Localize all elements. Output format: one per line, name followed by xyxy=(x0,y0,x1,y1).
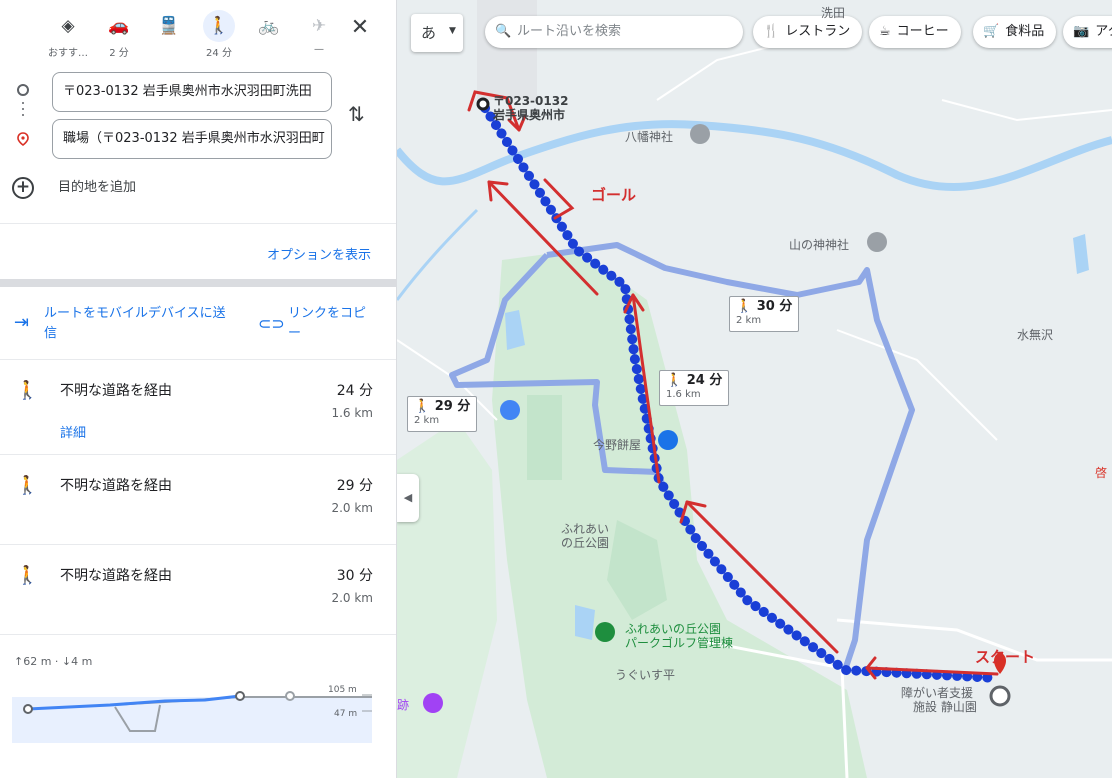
swap-icon[interactable]: ⇅ xyxy=(348,102,365,126)
imano-mochiya-label: 今野餅屋 xyxy=(593,438,642,452)
search-icon: 🔍 xyxy=(495,24,512,39)
park-golf-label-2: パークゴルフ管理棟 xyxy=(625,636,734,650)
fork-knife-icon: 🍴 xyxy=(763,24,780,39)
hachiman-shrine-label: 八幡神社 xyxy=(625,130,674,144)
add-destination-label: 目的地を追加 xyxy=(58,180,137,195)
goal-annotation: ゴール xyxy=(591,186,637,204)
keito-label: 啓 xyxy=(1095,466,1108,480)
diamond-route-icon: ◈ xyxy=(61,16,75,36)
senda-label: 洗田 xyxy=(821,6,846,20)
chip-restaurant[interactable]: 🍴 レストラン xyxy=(753,16,863,48)
bicycle-icon: 🚲 xyxy=(258,16,280,36)
destination-pin-icon xyxy=(17,132,29,146)
elevation-max-label: 105 m xyxy=(328,685,357,695)
route-duration: 24 分 xyxy=(336,383,373,399)
send-to-device-icon[interactable]: ⇥ xyxy=(14,312,29,333)
walk-icon: 🚶 xyxy=(736,299,753,314)
plus-icon: + xyxy=(12,176,34,199)
search-along-route[interactable]: 🔍 ルート沿いを検索 xyxy=(485,16,743,48)
transit-mode-tab[interactable]: 🚆 xyxy=(141,6,197,62)
route-bubble-30[interactable]: 🚶 30 分 2 km xyxy=(729,296,800,332)
chip-groceries[interactable]: 🛒 食料品 xyxy=(973,16,1057,48)
iseki-label: 跡 xyxy=(397,698,410,712)
elevation-min-label: 47 m xyxy=(334,709,358,719)
route-via: 不明な道路を経由 xyxy=(60,568,172,584)
coffee-icon: ☕ xyxy=(879,24,891,39)
route-option[interactable]: 🚶 不明な道路を経由 30 分 2.0 km xyxy=(0,544,396,634)
route-duration: 29 分 xyxy=(336,478,373,494)
divider xyxy=(0,223,396,224)
copy-link-button[interactable]: リンクをコピー xyxy=(288,304,378,344)
flight-mode-tab[interactable]: ✈ — xyxy=(291,6,347,62)
route-via: 不明な道路を経由 xyxy=(60,383,172,399)
fureai-park-label-2: の丘公園 xyxy=(561,536,610,550)
route-distance: 2.0 km xyxy=(331,501,373,515)
route-via: 不明な道路を経由 xyxy=(60,478,172,494)
route-details-link[interactable]: 詳細 xyxy=(60,422,86,441)
yamanokami-shrine-label: 山の神神社 xyxy=(789,238,850,252)
close-icon[interactable]: ✕ xyxy=(344,12,376,44)
route-distance: 2.0 km xyxy=(331,591,373,605)
link-icon[interactable]: ⊂⊃ xyxy=(258,314,285,333)
origin-city-label: 岩手県奥州市 xyxy=(493,108,566,122)
car-mode-tab[interactable]: 🚗 2 分 xyxy=(91,6,147,62)
train-icon: 🚆 xyxy=(158,16,180,36)
airplane-icon: ✈ xyxy=(311,16,327,36)
route-option[interactable]: 🚶 不明な道路を経由 29 分 2.0 km xyxy=(0,454,396,544)
cart-icon: 🛒 xyxy=(983,24,1000,39)
walk-icon: 🚶 xyxy=(203,10,235,42)
origin-input[interactable]: 〒023-0132 岩手県奥州市水沢羽田町洗田 xyxy=(52,72,332,112)
add-destination-button[interactable]: + 目的地を追加 xyxy=(12,176,136,199)
language-button[interactable]: あ ▼ xyxy=(411,14,463,52)
section-divider xyxy=(0,279,396,287)
chip-coffee[interactable]: ☕ コーヒー xyxy=(869,16,961,48)
show-options-link[interactable]: オプションを表示 xyxy=(267,244,371,263)
waypoints: 〒023-0132 岩手県奥州市水沢羽田町洗田 職場（〒023-0132 岩手県… xyxy=(0,68,396,218)
uguisu-label: うぐいす平 xyxy=(615,668,676,682)
map-canvas[interactable]: あ ▼ 🔍 ルート沿いを検索 🍴レストラン ☕コーヒー 🛒食料品 📷アク ◀ 〒… xyxy=(397,0,1112,778)
send-to-device-link[interactable]: ルートをモバイルデバイスに送信 xyxy=(44,304,234,344)
route-distance: 1.6 km xyxy=(331,406,373,420)
origin-circle-icon xyxy=(17,84,29,96)
walk-icon: 🚶 xyxy=(16,380,39,401)
route-duration: 30 分 xyxy=(336,568,373,584)
destination-input[interactable]: 職場（〒023-0132 岩手県奥州市水沢羽田町 xyxy=(52,119,332,159)
route-bubble-29[interactable]: 🚶 29 分 2 km xyxy=(407,396,478,432)
elevation-profile: ↑62 m · ↓4 m 105 m 47 m xyxy=(0,634,396,778)
camera-icon: 📷 xyxy=(1073,24,1090,39)
directions-panel: ◈ おすす… 🚗 2 分 🚆 🚶 24 分 🚲 ✈ — ✕ 〒023-0132 … xyxy=(0,0,397,778)
collapse-panel-button[interactable]: ◀ xyxy=(397,474,419,522)
walk-mode-tab[interactable]: 🚶 24 分 xyxy=(191,6,247,62)
walk-icon: 🚶 xyxy=(16,565,39,586)
dropdown-arrow-icon: ▼ xyxy=(449,26,456,36)
walk-icon: 🚶 xyxy=(16,475,39,496)
walk-icon: 🚶 xyxy=(666,373,683,388)
best-mode-tab[interactable]: ◈ おすす… xyxy=(40,6,96,62)
car-icon: 🚗 xyxy=(108,16,130,36)
route-option[interactable]: 🚶 不明な道路を経由 24 分 1.6 km 詳細 xyxy=(0,359,396,454)
elevation-summary: ↑62 m · ↓4 m xyxy=(14,655,93,668)
facility-label-2: 施設 静山園 xyxy=(913,700,977,714)
mizunashi-label: 水無沢 xyxy=(1017,328,1054,342)
bike-mode-tab[interactable]: 🚲 xyxy=(241,6,297,62)
connector-dots xyxy=(22,102,24,120)
walk-icon: 🚶 xyxy=(414,399,431,414)
travel-mode-bar: ◈ おすす… 🚗 2 分 🚆 🚶 24 分 🚲 ✈ — xyxy=(0,6,396,62)
route-bubble-24[interactable]: 🚶 24 分 1.6 km xyxy=(659,370,730,406)
chip-attractions[interactable]: 📷アク xyxy=(1063,16,1112,48)
start-annotation: スタート xyxy=(975,648,1036,666)
share-row: ⇥ ルートをモバイルデバイスに送信 ⊂⊃ リンクをコピー xyxy=(0,296,396,358)
